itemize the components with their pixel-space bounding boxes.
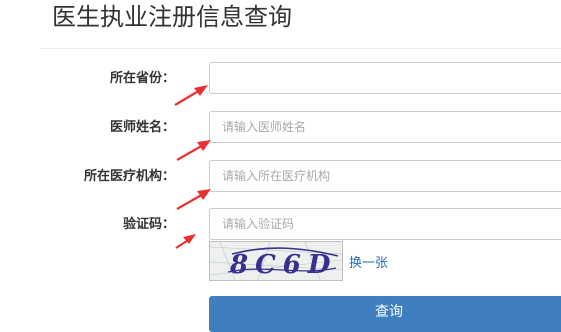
page-title: 医生执业注册信息查询 — [52, 3, 292, 31]
captcha-image[interactable]: 8C6D — [209, 241, 343, 281]
red-arrow-icon — [174, 85, 208, 106]
doctor-name-field[interactable] — [209, 111, 561, 143]
header-divider — [40, 48, 561, 49]
red-arrow-icon — [175, 234, 196, 249]
province-label: 所在省份： — [109, 71, 175, 86]
institution-field[interactable] — [209, 160, 561, 192]
refresh-captcha-link[interactable]: 换一张 — [349, 252, 388, 271]
captcha-field[interactable] — [209, 208, 561, 240]
red-arrow-icon — [176, 140, 211, 161]
captcha-label: 验证码： — [122, 217, 175, 232]
province-field[interactable] — [209, 62, 561, 94]
captcha-noise: 8C6D — [210, 242, 342, 280]
captcha-text: 8C6D — [229, 250, 337, 280]
institution-label: 所在医疗机构： — [83, 169, 175, 184]
red-arrow-icon — [176, 189, 211, 210]
doctor-name-label: 医师姓名： — [109, 120, 175, 135]
